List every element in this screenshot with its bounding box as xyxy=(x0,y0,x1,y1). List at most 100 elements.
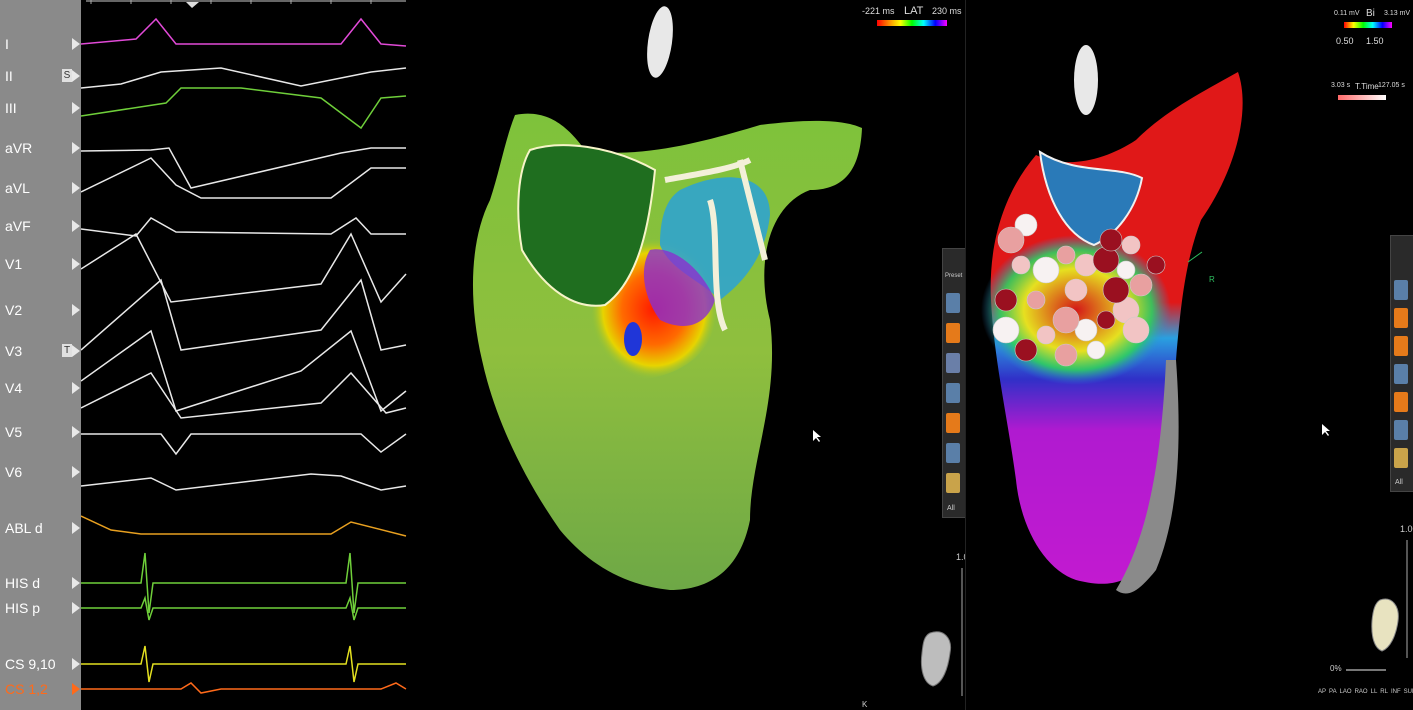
lead-arrow-icon[interactable] xyxy=(72,220,80,232)
lead-label[interactable]: aVL xyxy=(5,180,30,196)
tool-button-6[interactable] xyxy=(946,443,960,463)
lesion-tag[interactable] xyxy=(1092,246,1120,274)
lead-arrow-icon[interactable] xyxy=(72,382,80,394)
lead-label[interactable]: HIS p xyxy=(5,600,40,616)
lead-arrow-icon[interactable] xyxy=(72,102,80,114)
lesion-tag[interactable] xyxy=(1129,273,1153,297)
lead-arrow-icon[interactable] xyxy=(72,345,80,357)
ecg-trace xyxy=(81,217,406,237)
orientation-marker xyxy=(647,6,673,78)
lesion-tag[interactable] xyxy=(1036,325,1056,345)
lesion-tag[interactable] xyxy=(1026,290,1046,310)
tool-button-7[interactable] xyxy=(946,473,960,493)
orientation-marker xyxy=(1074,45,1098,115)
tool-button-1[interactable] xyxy=(1394,280,1408,300)
lead-label[interactable]: CS 9,10 xyxy=(5,656,56,672)
lead-arrow-icon[interactable] xyxy=(72,522,80,534)
lead-label[interactable]: ABL d xyxy=(5,520,43,536)
lead-arrow-icon[interactable] xyxy=(72,658,80,670)
lesion-tag[interactable] xyxy=(1064,278,1088,302)
view-button-ap[interactable]: AP xyxy=(1318,689,1326,701)
lesion-tag[interactable] xyxy=(1096,310,1116,330)
lead-arrow-icon[interactable] xyxy=(72,70,80,82)
lead-arrow-icon[interactable] xyxy=(72,683,80,695)
view-button-lao[interactable]: LAO xyxy=(1340,689,1352,701)
view-button-rl[interactable]: RL xyxy=(1380,689,1388,701)
lesion-tag[interactable] xyxy=(994,288,1018,312)
tool-button-3[interactable] xyxy=(1394,336,1408,356)
view-button-ll[interactable]: LL xyxy=(1371,689,1378,701)
tool-button-5[interactable] xyxy=(1394,392,1408,412)
view-button-sup[interactable]: SUP xyxy=(1404,689,1413,701)
toolbar-all-label: All xyxy=(1395,479,1403,486)
lead-label[interactable]: III xyxy=(5,100,17,116)
lead-arrow-icon[interactable] xyxy=(72,38,80,50)
lesion-tag[interactable] xyxy=(1146,255,1166,275)
lead-arrow-icon[interactable] xyxy=(72,142,80,154)
lesion-tag[interactable] xyxy=(1054,343,1078,367)
lat-anatomy-map[interactable] xyxy=(410,0,965,710)
lat-zoom-slider[interactable] xyxy=(961,568,963,696)
lead-label[interactable]: I xyxy=(5,36,9,52)
lesion-tag[interactable] xyxy=(1099,228,1123,252)
tool-button-2[interactable] xyxy=(1394,308,1408,328)
ablation-catheter-tip[interactable] xyxy=(624,322,642,356)
lesion-tag[interactable] xyxy=(1121,235,1141,255)
heart-thumbnail-icon xyxy=(1371,598,1399,652)
tool-button-4[interactable] xyxy=(1394,364,1408,384)
timeline-marker[interactable] xyxy=(186,2,199,8)
tool-button-1[interactable] xyxy=(946,293,960,313)
view-button-rao[interactable]: RAO xyxy=(1355,689,1368,701)
lesion-tag[interactable] xyxy=(1086,340,1106,360)
lesion-tag[interactable] xyxy=(1122,316,1150,344)
lesion-tag[interactable] xyxy=(997,226,1025,254)
lead-arrow-icon[interactable] xyxy=(72,304,80,316)
lead-label[interactable]: V2 xyxy=(5,302,22,318)
lead-label[interactable]: V3 xyxy=(5,343,22,359)
lead-arrow-icon[interactable] xyxy=(72,258,80,270)
lead-label[interactable]: aVF xyxy=(5,218,31,234)
lead-label[interactable]: V4 xyxy=(5,380,22,396)
voltage-anatomy-map[interactable]: R xyxy=(966,0,1413,710)
lead-label[interactable]: V1 xyxy=(5,256,22,272)
lead-arrow-icon[interactable] xyxy=(72,182,80,194)
tool-button-6[interactable] xyxy=(1394,420,1408,440)
lesion-tag[interactable] xyxy=(1014,338,1038,362)
lesion-tag[interactable] xyxy=(1116,260,1136,280)
tool-button-3[interactable] xyxy=(946,353,960,373)
lesion-tag[interactable] xyxy=(1102,276,1130,304)
lead-label[interactable]: II xyxy=(5,68,13,84)
lead-arrow-icon[interactable] xyxy=(72,426,80,438)
voltage-zoom-slider[interactable] xyxy=(1406,540,1408,658)
lat-map-view[interactable]: -221 ms LAT 230 ms Preset All 1.0 K xyxy=(410,0,969,710)
tool-button-2[interactable] xyxy=(946,323,960,343)
zoom-track[interactable] xyxy=(1346,669,1386,671)
lead-label-column: I II S III aVR aVL aVF V1 V2 V3 T V4 V5 V6 ABL d HIS dH… xyxy=(0,0,81,710)
lesion-tag[interactable] xyxy=(1032,256,1060,284)
lesion-tag[interactable] xyxy=(1052,306,1080,334)
lead-arrow-icon[interactable] xyxy=(72,466,80,478)
lesion-tag[interactable] xyxy=(992,316,1020,344)
lead-label[interactable]: aVR xyxy=(5,140,32,156)
view-button-pa[interactable]: PA xyxy=(1329,689,1337,701)
ecg-panel: I II S III aVR aVL aVF V1 V2 V3 T V4 V5 V6 ABL d HIS dH… xyxy=(0,0,410,710)
lesion-tag[interactable] xyxy=(1056,245,1076,265)
tool-button-5[interactable] xyxy=(946,413,960,433)
lead-label[interactable]: V6 xyxy=(5,464,22,480)
tool-button-4[interactable] xyxy=(946,383,960,403)
tool-button-7[interactable] xyxy=(1394,448,1408,468)
lead-arrow-icon[interactable] xyxy=(72,577,80,589)
voltage-tool-panel: All xyxy=(1390,235,1413,492)
ecg-trace xyxy=(81,371,407,419)
view-button-inf[interactable]: INF xyxy=(1391,689,1401,701)
ecg-trace xyxy=(81,552,406,614)
lead-arrow-icon[interactable] xyxy=(72,602,80,614)
voltage-map-view[interactable]: 0.11 mV Bi 3.13 mV 0.50 1.50 3.03 s T.Ti… xyxy=(965,0,1413,710)
lead-label[interactable]: V5 xyxy=(5,424,22,440)
lead-tag-badge[interactable]: T xyxy=(62,344,72,357)
lead-tag-badge[interactable]: S xyxy=(62,69,72,82)
lesion-tag[interactable] xyxy=(1011,255,1031,275)
lead-label[interactable]: CS 1,2 xyxy=(5,681,48,697)
ecg-trace xyxy=(81,232,407,304)
lead-label[interactable]: HIS d xyxy=(5,575,40,591)
